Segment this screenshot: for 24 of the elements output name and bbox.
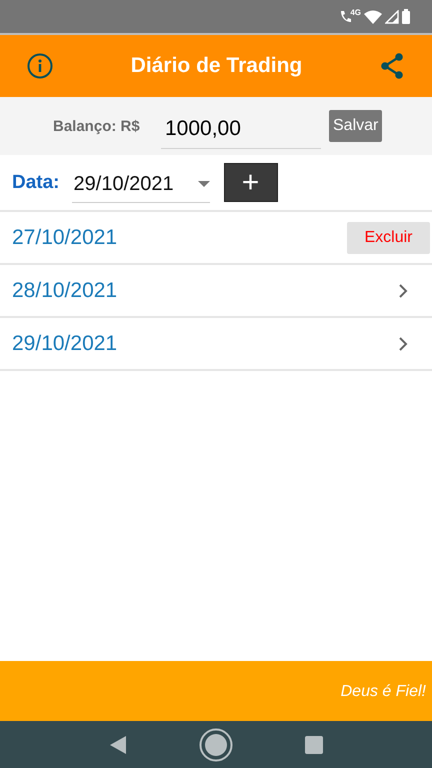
- signal-icon: [385, 10, 399, 24]
- entry-date: 27/10/2021: [12, 226, 118, 250]
- save-button[interactable]: Salvar: [329, 110, 382, 142]
- balance-label: Balanço: R$: [53, 118, 141, 134]
- app-title: Diário de Trading: [130, 54, 302, 78]
- entry-date: 28/10/2021: [12, 278, 118, 302]
- home-icon[interactable]: [199, 728, 233, 762]
- network-type-label: 4G: [350, 8, 361, 17]
- caret-icon[interactable]: [198, 181, 210, 187]
- recents-icon[interactable]: [305, 736, 323, 754]
- footer-text: Deus é Fiel!: [340, 683, 426, 701]
- add-button[interactable]: +: [224, 163, 278, 202]
- wifi-icon: [364, 10, 382, 24]
- chevron-right-icon[interactable]: [398, 336, 408, 352]
- info-icon[interactable]: [27, 53, 53, 79]
- entry-date: 29/10/2021: [12, 332, 118, 356]
- balance-field[interactable]: 1000,00: [161, 113, 321, 149]
- back-icon[interactable]: [109, 734, 127, 754]
- date-dropdown[interactable]: 29/10/2021: [72, 172, 210, 202]
- date-label: Data:: [12, 172, 60, 194]
- share-icon[interactable]: [380, 53, 404, 79]
- phone-icon: [339, 10, 352, 24]
- chevron-right-icon[interactable]: [398, 282, 408, 298]
- battery-icon: [402, 9, 410, 24]
